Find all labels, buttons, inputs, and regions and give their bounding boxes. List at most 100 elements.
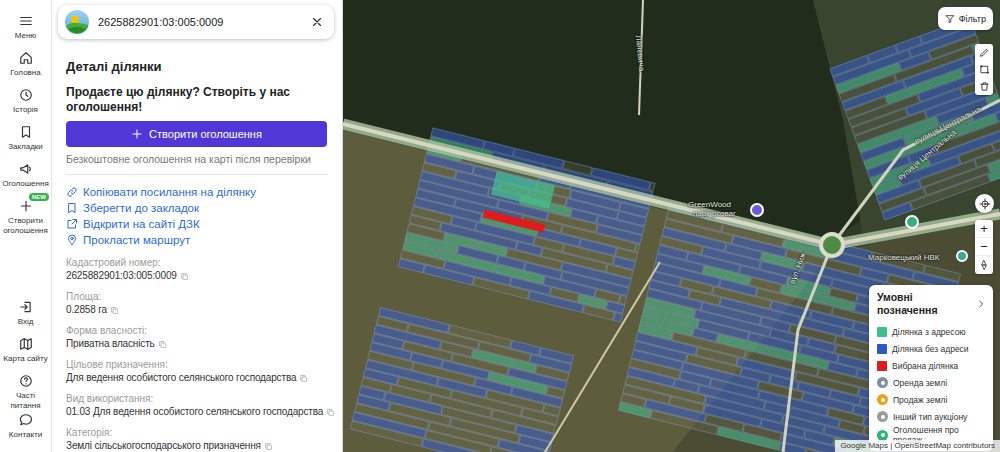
locate-icon <box>979 198 991 210</box>
field-value-row: Приватна власність <box>66 337 336 351</box>
nav-item[interactable]: Головна <box>0 49 51 86</box>
field-value-row: 0.2858 га <box>66 303 336 317</box>
map-legend: Умовні позначення Ділянка з адресою Ділянк… <box>869 285 993 451</box>
action-link[interactable]: Прокласти маршрут <box>66 232 336 248</box>
polygon-icon[interactable] <box>979 64 990 75</box>
nav-item[interactable]: Історія <box>0 86 51 123</box>
legend-item: Ділянка з адресою <box>877 323 986 340</box>
field-value-row: 2625882901:03:005:0009 <box>66 269 336 283</box>
nav-item[interactable]: Оголошення <box>0 160 51 197</box>
copy-icon[interactable] <box>110 306 119 315</box>
home-icon <box>19 51 33 65</box>
nav-item[interactable]: Закладки <box>0 123 51 160</box>
legend-marker-icon <box>877 430 888 441</box>
map-marker[interactable] <box>905 215 919 229</box>
nav-label: Оголошення <box>2 179 48 189</box>
field-label: Категорія: <box>66 426 336 439</box>
filter-button[interactable]: Фільтр <box>938 7 993 30</box>
nav-item[interactable]: Меню <box>0 12 51 49</box>
field-value: Землі сільськогосподарського призначення <box>66 440 261 451</box>
nav-label: Історія <box>13 105 38 115</box>
map-marker[interactable] <box>750 203 764 217</box>
nav-label: Закладки <box>8 142 43 152</box>
legend-marker-icon <box>877 411 888 422</box>
question-icon <box>19 374 33 388</box>
app: Меню Головна Історія Закладки Оголошення Ство… <box>0 0 1000 452</box>
map-label: GreenWood <box>688 200 731 209</box>
history-icon <box>19 88 33 102</box>
field-label: Площа: <box>66 290 336 303</box>
action-link[interactable]: Копіювати посилання на ділянку <box>66 184 336 200</box>
detail-field: Кадастровий номер:2625882901:03:005:0009 <box>66 256 336 283</box>
legend-label: Продаж землі <box>893 395 947 405</box>
nav-label: Створити оголошення <box>1 216 50 236</box>
legend-marker-dot <box>881 381 885 385</box>
action-links: Копіювати посилання на ділянкуЗберегти д… <box>66 184 336 248</box>
copy-icon[interactable] <box>326 408 335 417</box>
create-button-label: Створити оголошення <box>149 128 262 140</box>
nav-label: Вхід <box>18 317 34 327</box>
action-link[interactable]: Відкрити на сайті ДЗК <box>66 216 336 232</box>
field-value: 01.03 Для ведення особистого селянського… <box>66 406 323 417</box>
field-value: 0.2858 га <box>66 304 107 315</box>
close-icon <box>310 15 324 29</box>
copy-icon[interactable] <box>180 272 189 281</box>
action-link[interactable]: Зберегти до закладок <box>66 200 336 216</box>
nav-label: Контакти <box>9 430 42 440</box>
pen-icon[interactable] <box>979 47 990 58</box>
copy-icon[interactable] <box>158 340 167 349</box>
menu-icon <box>19 14 33 28</box>
bookmark-icon <box>19 125 33 139</box>
nav-item[interactable]: Вхід <box>0 298 51 335</box>
legend-label: Ділянка без адреси <box>892 344 969 354</box>
nav-footer: Вхід Карта сайтуЧасті питання Контакти <box>0 298 51 448</box>
locate-button[interactable] <box>975 194 994 213</box>
legend-swatch <box>877 327 887 337</box>
field-label: Форма власності: <box>66 324 336 337</box>
divider <box>66 174 327 175</box>
field-label: Вид використання: <box>66 392 336 405</box>
field-value-row: Землі сільськогосподарського призначення <box>66 439 336 452</box>
sitemap-icon <box>19 337 33 351</box>
details-panel: 2625882901:03:005:0009Деталі ділянкиПрод… <box>52 0 343 452</box>
plus-icon <box>131 128 143 140</box>
copy-icon[interactable] <box>264 442 273 451</box>
details-fields: Кадастровий номер:2625882901:03:005:0009… <box>66 256 336 452</box>
detail-field: Площа:0.2858 га <box>66 290 336 317</box>
trash-icon[interactable] <box>979 81 990 92</box>
zoom-in-button[interactable]: + <box>975 220 993 238</box>
search-bar[interactable]: 2625882901:03:005:0009 <box>58 5 334 39</box>
nav-label: Меню <box>15 31 37 41</box>
legend-marker-dot <box>881 433 885 437</box>
nav-rail: Меню Головна Історія Закладки Оголошення Ство… <box>0 0 52 452</box>
zoom-control: +− <box>975 220 993 274</box>
logo-icon[interactable] <box>64 9 90 35</box>
field-value-row: 01.03 Для ведення особистого селянського… <box>66 405 336 419</box>
nav-item[interactable]: Контакти <box>0 411 51 448</box>
compass-icon[interactable] <box>978 259 990 271</box>
legend-header[interactable]: Умовні позначення <box>877 291 986 317</box>
legend-label: Вибрана ділянка <box>892 361 958 371</box>
nav-item[interactable]: Карта сайту <box>0 335 51 372</box>
map-label: парк розваг <box>693 209 736 218</box>
detail-field: Категорія:Землі сільськогосподарського п… <box>66 426 336 452</box>
nav-label: Головна <box>10 68 40 78</box>
legend-item: Інший тип аукціону <box>877 408 986 425</box>
legend-marker-dot <box>881 415 885 419</box>
map-view[interactable]: GreenWoodпарк розвагвулиця Центральнавул… <box>343 0 1000 452</box>
copy-icon[interactable] <box>299 374 308 383</box>
legend-marker-icon <box>877 377 888 388</box>
map-marker[interactable] <box>956 250 968 262</box>
nav-item[interactable]: Створити оголошенняNEW <box>0 197 51 236</box>
zoom-out-button[interactable]: − <box>975 238 993 256</box>
plus-icon <box>19 199 33 213</box>
promo-text: Продаєте цю ділянку? Створіть у нас огол… <box>66 85 336 115</box>
create-button[interactable]: Створити оголошення <box>66 121 327 147</box>
nav-item[interactable]: Часті питання <box>0 372 51 411</box>
search-input[interactable]: 2625882901:03:005:0009 <box>98 16 302 28</box>
field-value: Приватна власність <box>66 338 155 349</box>
legend-item: Продаж землі <box>877 391 986 408</box>
action-link-label: Прокласти маршрут <box>83 233 190 247</box>
draw-toolbar <box>975 44 993 95</box>
new-badge: NEW <box>29 193 49 201</box>
